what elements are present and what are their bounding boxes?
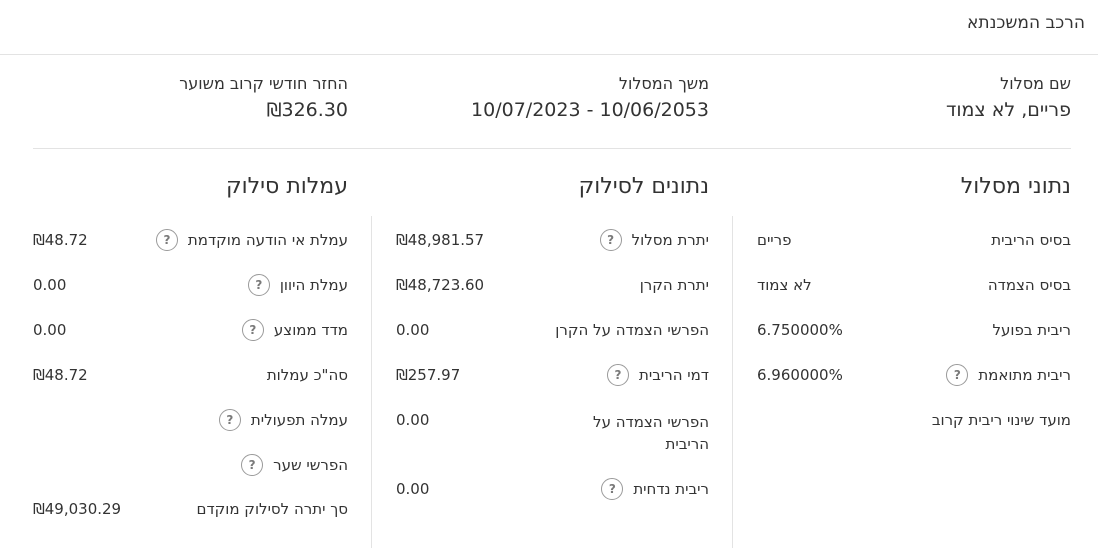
payoff-row-label: יתרת הקרן bbox=[639, 276, 709, 294]
question-circle-icon[interactable]: ? bbox=[241, 454, 264, 476]
payoff-row-label: ריבית נדחית bbox=[633, 480, 709, 498]
track-row-value: 6.750000% bbox=[757, 321, 843, 339]
payoff-row-interest: דמי הריבית ? bbox=[606, 364, 709, 386]
fees-row-value: ₪48.72 bbox=[33, 231, 88, 249]
track-row-label: בסיס הצמדה bbox=[987, 276, 1071, 294]
fees-row-capitalization: עמלת היוון ? bbox=[247, 274, 348, 296]
payoff-row-label: הפרשי הצמדה על הריבית bbox=[593, 413, 709, 453]
payoff-data-title: נתונים לסילוק bbox=[578, 174, 709, 199]
track-data-title: נתוני מסלול bbox=[960, 174, 1071, 199]
fees-row-label: עמלה תפעולית bbox=[250, 411, 348, 429]
payoff-row-track-balance: יתרת מסלול ? bbox=[599, 229, 709, 251]
page-title: הרכב המשכנתא bbox=[967, 13, 1085, 33]
fees-row-exchange: הפרשי שער ? bbox=[241, 454, 348, 476]
payoff-row-value: 0.00 bbox=[396, 321, 430, 339]
track-row-label: ריבית מתואמת bbox=[978, 366, 1071, 384]
payoff-row-value: ₪48,981.57 bbox=[396, 231, 485, 249]
track-row-value: 6.960000% bbox=[757, 366, 843, 384]
fees-row-label: הפרשי שער bbox=[273, 456, 348, 474]
fees-row-operational: עמלה תפעולית ? bbox=[218, 409, 348, 431]
column-divider bbox=[371, 216, 372, 548]
track-row-value: פריים bbox=[757, 231, 792, 249]
header-divider bbox=[0, 54, 1098, 55]
payoff-row-label: יתרת מסלול bbox=[631, 231, 709, 249]
fees-row-value: 0.00 bbox=[33, 321, 67, 339]
payoff-row-value: 0.00 bbox=[396, 411, 430, 429]
monthly-payment-label: החזר חודשי קרוב משוער bbox=[179, 74, 348, 93]
fees-row-label: סך יתרה לסילוק מוקדם bbox=[196, 500, 348, 518]
summary-divider bbox=[33, 148, 1071, 149]
monthly-payment-value: ₪326.30 bbox=[266, 99, 348, 121]
track-row-value: לא צמוד bbox=[757, 276, 812, 294]
fees-row-label: סה"כ עמלות bbox=[266, 366, 348, 384]
fees-row-label: עמלת היוון bbox=[279, 276, 348, 294]
payoff-row-label: דמי הריבית bbox=[638, 366, 709, 384]
track-row-label: מועד שינוי ריבית קרוב bbox=[931, 411, 1071, 429]
fees-row-label: עמלת אי הודעה מוקדמת bbox=[187, 231, 348, 249]
payoff-row-value: 0.00 bbox=[396, 480, 430, 498]
track-row-label: בסיס הריבית bbox=[991, 231, 1071, 249]
payoff-row-deferred: ריבית נדחית ? bbox=[601, 478, 709, 500]
fees-row-value: ₪49,030.29 bbox=[33, 500, 122, 518]
question-circle-icon[interactable]: ? bbox=[601, 478, 624, 500]
column-divider bbox=[732, 216, 733, 548]
fees-row-average-index: מדד ממוצע ? bbox=[241, 319, 348, 341]
question-circle-icon[interactable]: ? bbox=[247, 274, 270, 296]
payoff-row-label: הפרשי הצמדה על הקרן bbox=[555, 321, 709, 339]
fees-row-no-notice: עמלת אי הודעה מוקדמת ? bbox=[155, 229, 348, 251]
track-name-label: שם מסלול bbox=[1000, 74, 1071, 93]
fees-row-value: ₪48.72 bbox=[33, 366, 88, 384]
question-circle-icon[interactable]: ? bbox=[241, 319, 264, 341]
question-circle-icon[interactable]: ? bbox=[599, 229, 622, 251]
question-circle-icon[interactable]: ? bbox=[218, 409, 241, 431]
track-row-label: ריבית בפועל bbox=[992, 321, 1071, 339]
duration-value: 10/07/2023 - 10/06/2053 bbox=[471, 99, 709, 121]
fees-title: עמלות סילוק bbox=[226, 174, 348, 199]
payoff-row-value: ₪257.97 bbox=[396, 366, 461, 384]
fees-row-value: 0.00 bbox=[33, 276, 67, 294]
question-circle-icon[interactable]: ? bbox=[946, 364, 969, 386]
track-row-adjusted-rate: ריבית מתואמת ? bbox=[946, 364, 1071, 386]
track-name-value: פריים, לא צמוד bbox=[945, 99, 1071, 121]
duration-label: משך המסלול bbox=[618, 74, 709, 93]
question-circle-icon[interactable]: ? bbox=[155, 229, 178, 251]
fees-row-label: מדד ממוצע bbox=[273, 321, 348, 339]
question-circle-icon[interactable]: ? bbox=[606, 364, 629, 386]
payoff-row-value: ₪48,723.60 bbox=[396, 276, 485, 294]
